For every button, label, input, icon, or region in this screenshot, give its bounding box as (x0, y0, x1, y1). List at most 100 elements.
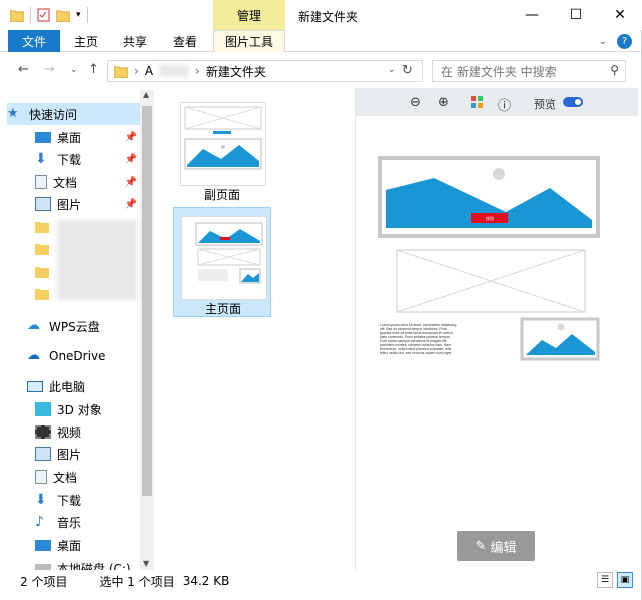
sidebar-item-label: 下载 (57, 493, 82, 508)
breadcrumb-root[interactable]: A (145, 64, 153, 78)
sidebar-item-label: 下载 (57, 152, 82, 167)
tab-view[interactable]: 查看 (167, 30, 203, 52)
desktop-icon (35, 539, 51, 551)
download-icon: ⬇ (35, 151, 47, 167)
file-name: 主页面 (204, 302, 241, 316)
new-folder-icon[interactable] (56, 9, 70, 22)
cube-icon (35, 402, 51, 416)
blurred-region (159, 65, 190, 77)
back-arrow-icon[interactable]: ← (18, 62, 29, 77)
cloud-icon: ☁ (27, 318, 40, 333)
file-name: 副页面 (203, 188, 240, 202)
folder-icon[interactable] (10, 9, 24, 22)
tab-home[interactable]: 主页 (68, 30, 104, 52)
preview-pane: ⊖ ⊕ ⓘ 预览 按钮 Lorem ipsum dolor sit amet, … (355, 88, 638, 570)
sidebar-item-pictures[interactable]: 图片 📌 (7, 193, 141, 215)
tab-file[interactable]: 文件 (8, 30, 60, 52)
refresh-icon[interactable]: ↻ (402, 63, 413, 78)
folder-icon (114, 66, 128, 78)
sidebar-scrollbar[interactable]: ▲ ▼ (140, 90, 154, 570)
sidebar-item-downloads-pc[interactable]: ⬇ 下载 (7, 489, 141, 511)
sidebar-item-label: 音乐 (57, 515, 82, 530)
minimize-button[interactable]: — (510, 0, 554, 30)
sidebar-item-label: 此电脑 (49, 379, 86, 394)
preview-toolbar: ⊖ ⊕ ⓘ 预览 (356, 88, 638, 116)
ribbon-tabs: 文件 主页 共享 查看 图片工具 ⌄ ? (0, 30, 642, 52)
text-line: tellus mollis orci, sed rhoncus sapien n… (380, 351, 452, 355)
sidebar-item-label: 桌面 (57, 538, 82, 553)
tab-share[interactable]: 共享 (117, 30, 153, 52)
sidebar-item-label: WPS云盘 (49, 319, 100, 334)
navigation-pane: ★ 快速访问 桌面 📌 ⬇ 下载 📌 文档 📌 图片 📌 ☁ WPS云盘 ☁ O… (7, 90, 154, 570)
folder-icon (35, 289, 49, 300)
sidebar-item-label: 快速访问 (29, 107, 78, 122)
sidebar-item-music[interactable]: ♪ 音乐 (7, 511, 141, 533)
title-bar: ▾ 管理 新建文件夹 — ☐ ✕ (0, 0, 642, 30)
star-icon: ★ (7, 106, 19, 121)
breadcrumb-current[interactable]: 新建文件夹 (206, 63, 266, 80)
document-icon (35, 175, 47, 189)
preview-toggle[interactable] (563, 97, 583, 107)
scrollbar-thumb[interactable] (142, 106, 152, 496)
expand-ribbon-icon[interactable]: ⌄ (599, 36, 607, 47)
desktop-icon (35, 131, 51, 143)
zoom-in-icon[interactable]: ⊕ (438, 95, 449, 110)
properties-icon[interactable] (37, 8, 50, 22)
sidebar-item-desktop[interactable]: 桌面 📌 (7, 126, 141, 148)
download-icon: ⬇ (35, 492, 47, 508)
sidebar-item-wps-cloud[interactable]: ☁ WPS云盘 (7, 315, 141, 337)
file-thumbnail (180, 102, 266, 186)
zoom-out-icon[interactable]: ⊖ (410, 95, 421, 110)
scroll-up-icon[interactable]: ▲ (143, 90, 149, 99)
sidebar-item-local-disk[interactable]: 本地磁盘 (C:) (7, 557, 141, 570)
maximize-button[interactable]: ☐ (554, 0, 598, 30)
file-item[interactable]: 副页面 (173, 94, 271, 204)
sidebar-item-this-pc[interactable]: 此电脑 (7, 375, 141, 397)
sidebar-item-label: 视频 (57, 425, 82, 440)
help-circle-icon[interactable]: ⓘ (498, 95, 511, 114)
file-thumbnail (181, 216, 267, 300)
address-bar[interactable]: › A › 新建文件夹 (107, 60, 423, 82)
window-title: 新建文件夹 (298, 10, 359, 24)
tab-picture-tools[interactable]: 图片工具 (213, 30, 285, 52)
document-icon (35, 470, 47, 484)
recent-locations-icon[interactable]: ⌄ (70, 65, 78, 75)
close-button[interactable]: ✕ (598, 0, 642, 30)
picture-icon (35, 197, 51, 211)
sidebar-item-downloads[interactable]: ⬇ 下载 📌 (7, 148, 141, 170)
sidebar-item-label: 文档 (53, 470, 78, 485)
details-view-icon[interactable]: ☰ (597, 572, 613, 588)
folder-icon (35, 222, 49, 233)
sidebar-item-3d-objects[interactable]: 3D 对象 (7, 398, 141, 420)
sidebar-item-label: 图片 (57, 197, 82, 212)
sidebar-item-onedrive[interactable]: ☁ OneDrive (7, 345, 141, 367)
computer-icon (27, 380, 43, 392)
apps-icon[interactable] (470, 95, 484, 113)
sidebar-item-label: OneDrive (49, 349, 106, 363)
customize-qat-icon[interactable]: ▾ (76, 10, 81, 20)
quick-access-toolbar: ▾ (10, 7, 88, 23)
forward-arrow-icon[interactable]: → (44, 62, 55, 77)
file-item-selected[interactable]: 主页面 (173, 207, 271, 317)
address-dropdown-icon[interactable]: ⌄ (388, 65, 396, 75)
edit-button[interactable]: ✎ 编辑 (457, 531, 535, 561)
help-icon[interactable]: ? (617, 34, 632, 49)
sidebar-item-pictures-pc[interactable]: 图片 (7, 443, 141, 465)
sidebar-item-desktop-pc[interactable]: 桌面 (7, 534, 141, 556)
up-arrow-icon[interactable]: ↑ (88, 62, 99, 77)
sidebar-item-documents-pc[interactable]: 文档 (7, 466, 141, 488)
edit-button-label: 编辑 (490, 540, 517, 556)
navigation-bar: ← → ⌄ ↑ › A › 新建文件夹 ⌄ ↻ 在 新建文件夹 中搜索 ⚲ (0, 55, 642, 87)
sidebar-item-videos[interactable]: 视频 (7, 421, 141, 443)
sidebar-item-label: 文档 (53, 175, 78, 190)
page-preview: 按钮 Lorem ipsum dolor sit amet, consectet… (378, 156, 600, 361)
search-input[interactable]: 在 新建文件夹 中搜索 ⚲ (432, 60, 626, 82)
sidebar-item-label: 桌面 (57, 130, 82, 145)
sidebar-item-quick-access[interactable]: ★ 快速访问 (7, 103, 141, 125)
scroll-down-icon[interactable]: ▼ (143, 559, 149, 568)
pin-icon: 📌 (124, 131, 137, 143)
cloud-icon: ☁ (27, 348, 40, 363)
large-icons-view-icon[interactable]: ▣ (617, 572, 633, 588)
search-placeholder: 在 新建文件夹 中搜索 (441, 64, 557, 79)
sidebar-item-documents[interactable]: 文档 📌 (7, 171, 141, 193)
